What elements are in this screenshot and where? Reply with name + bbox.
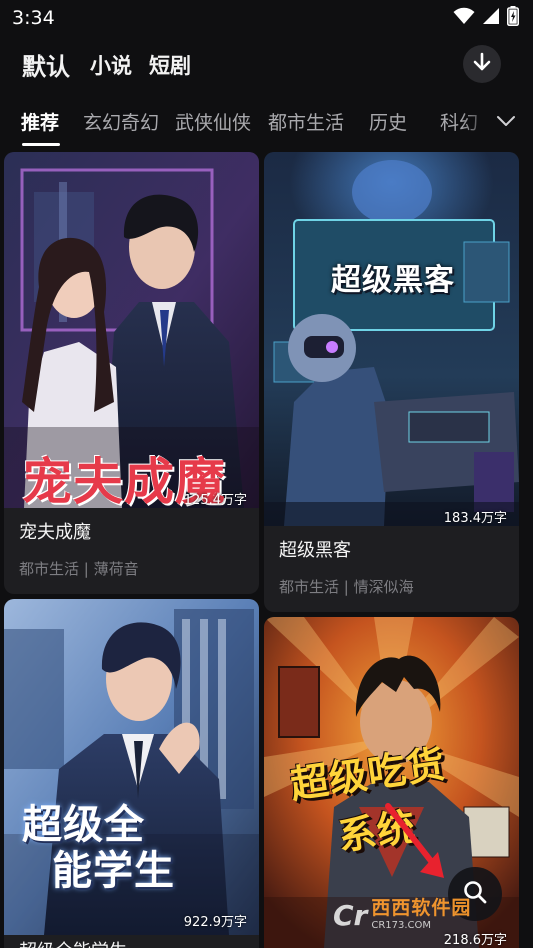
cover-title-line: 超级全 [22, 801, 145, 848]
watermark-name: 西西软件园 [371, 897, 472, 919]
status-bar: 3:34 [0, 0, 533, 36]
download-button[interactable] [463, 45, 501, 83]
book-card[interactable]: 宠夫成魔 125.4万字 宠夫成魔 都市生活 | 薄荷音 [4, 152, 259, 594]
header: 默认 小说 短剧 [0, 40, 533, 88]
tab-default[interactable]: 默认 [22, 47, 70, 82]
active-category-indicator [22, 143, 60, 146]
annotation-arrow [385, 803, 444, 878]
chevron-down-icon[interactable] [495, 110, 517, 136]
book-meta: 都市生活 | 薄荷音 [19, 560, 139, 578]
book-card[interactable]: 超级黑客 183.4万字 超级黑客 都市生活 | 情深似海 [264, 152, 519, 612]
cover-title: 超级全 能学生 [22, 802, 175, 894]
book-cover[interactable]: 宠夫成魔 125.4万字 [4, 152, 259, 508]
category-bar: 推荐 玄幻奇幻 武侠仙侠 都市生活 历史 科幻 [0, 98, 533, 150]
book-cover[interactable]: 超级全 能学生 922.9万字 [4, 599, 259, 935]
wifi-icon [453, 7, 475, 29]
category-history[interactable]: 历史 [369, 108, 407, 135]
arrow-down-icon [471, 51, 493, 77]
status-icons [453, 6, 519, 30]
category-urban[interactable]: 都市生活 [268, 108, 344, 135]
book-title[interactable]: 宠夫成魔 [19, 518, 91, 544]
category-fantasy[interactable]: 玄幻奇幻 [83, 108, 159, 135]
watermark-url: CR173.COM [371, 920, 432, 931]
category-wuxia[interactable]: 武侠仙侠 [175, 108, 251, 135]
word-count: 922.9万字 [183, 915, 247, 930]
watermark: Cr 西西软件园 CR173.COM [333, 896, 513, 934]
tab-short-drama[interactable]: 短剧 [149, 50, 191, 80]
book-cover[interactable]: 超级黑客 183.4万字 [264, 152, 519, 526]
battery-icon [507, 6, 519, 30]
cover-title: 超级黑客 [331, 263, 455, 298]
book-title[interactable]: 超级黑客 [279, 536, 351, 562]
signal-icon [482, 7, 500, 29]
book-title[interactable]: 超级全能学生 [19, 937, 127, 948]
category-recommend[interactable]: 推荐 [21, 108, 59, 135]
watermark-logo: Cr [333, 898, 368, 932]
book-meta: 都市生活 | 情深似海 [279, 578, 414, 596]
status-time: 3:34 [12, 7, 55, 29]
tab-novel[interactable]: 小说 [90, 50, 132, 80]
word-count: 125.4万字 [183, 493, 247, 508]
book-card[interactable]: 超级全 能学生 922.9万字 超级全能学生 [4, 599, 259, 948]
word-count: 183.4万字 [443, 511, 507, 526]
cover-title-line: 能学生 [52, 847, 175, 894]
watermark-text: 西西软件园 CR173.COM [371, 899, 471, 931]
